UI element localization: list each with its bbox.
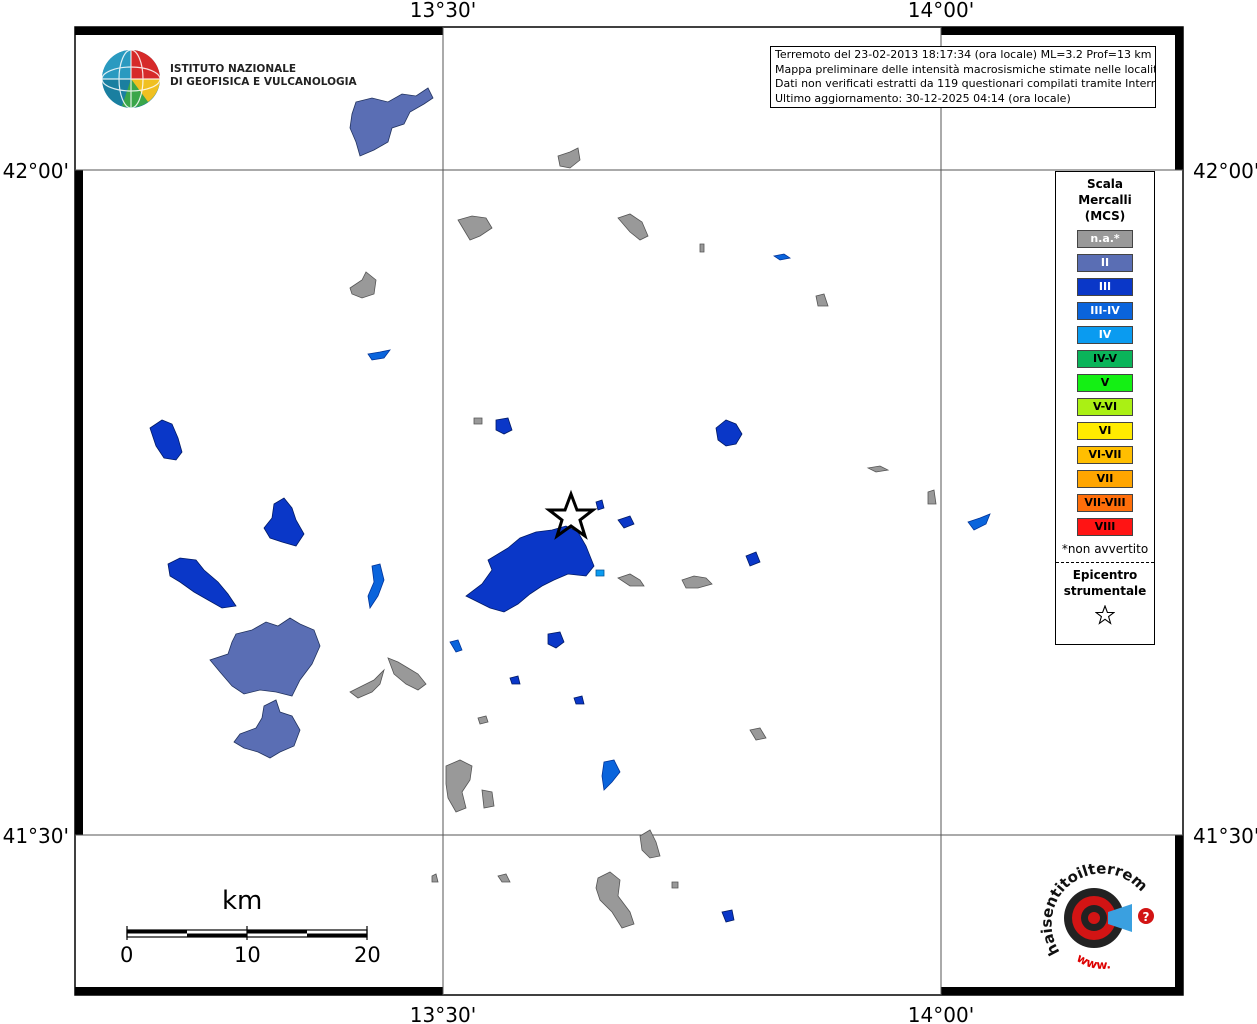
legend-title-line2: Mercalli (1078, 193, 1132, 207)
ingv-name-line1: ISTITUTO NAZIONALE (170, 63, 297, 75)
municipalities-intensity-iv (595, 569, 605, 577)
lat-label-left-4200: 42°00' (3, 159, 69, 183)
municipality-na (473, 417, 483, 425)
scale-bar-unit: km (222, 886, 263, 916)
legend-title-line1: Scala (1086, 177, 1124, 191)
legend-item-ii: II (1077, 254, 1133, 272)
ingv-logo: ISTITUTO NAZIONALE DI GEOFISICA E VULCAN… (100, 48, 357, 110)
lon-label-bottom-1330: 13°30' (410, 1003, 476, 1024)
legend-item-v-vi: V-VI (1077, 398, 1133, 416)
hai-sentito-logo-graphic: haisentitoilterremoto.it www. ? (1031, 842, 1154, 972)
legend-star-icon (1056, 604, 1154, 629)
legend-item-viii: VIII (1077, 518, 1133, 536)
ingv-name-line2: DI GEOFISICA E VULCANOLOGIA (170, 76, 357, 88)
mcs-legend: Scala Mercalli (MCS) n.a.* II III III-IV IV I… (1055, 171, 1155, 645)
municipality-na (671, 881, 679, 889)
legend-item-vii: VII (1077, 470, 1133, 488)
legend-item-iii-iv: III-IV (1077, 302, 1133, 320)
municipality-iv (595, 569, 605, 577)
lat-label-left-4130: 41°30' (3, 824, 69, 848)
legend-item-iv-v: IV-V (1077, 350, 1133, 368)
ingv-globe-icon (101, 49, 161, 109)
hai-sentito-logo-prefix: www. (1074, 951, 1111, 972)
map-frame (74, 26, 1184, 996)
legend-separator (1056, 562, 1154, 563)
legend-item-iv: IV (1077, 326, 1133, 344)
event-info-line2: Mappa preliminare delle intensità macros… (775, 62, 1156, 76)
legend-title: Scala Mercalli (MCS) (1056, 176, 1154, 224)
lon-label-top-1330: 13°30' (410, 0, 476, 22)
lon-label-bottom-1400: 14°00' (908, 1003, 974, 1024)
legend-item-iii: III (1077, 278, 1133, 296)
ingv-name: ISTITUTO NAZIONALE DI GEOFISICA E VULCAN… (170, 63, 357, 89)
municipality-na (699, 243, 705, 253)
event-info-line1: Terremoto del 23-02-2013 18:17:34 (ora l… (775, 48, 1152, 61)
legend-item-n-a: n.a.* (1077, 230, 1133, 248)
legend-item-vi-vii: VI-VII (1077, 446, 1133, 464)
legend-epicenter-label: Epicentro strumentale (1056, 567, 1154, 599)
legend-item-vi: VI (1077, 422, 1133, 440)
question-icon: ? (1138, 908, 1154, 924)
scale-bar-tick-20: 20 (354, 943, 381, 967)
municipality-na (481, 789, 495, 809)
legend-epicenter-line2: strumentale (1063, 584, 1147, 598)
event-info-line3: Dati non verificati estratti da 119 ques… (775, 77, 1156, 91)
lat-label-right-4200: 42°00' (1193, 159, 1257, 183)
legend-item-v: V (1077, 374, 1133, 392)
event-info-box: Terremoto del 23-02-2013 18:17:34 (ora l… (770, 46, 1156, 108)
scale-bar-tick-10: 10 (234, 943, 261, 967)
legend-note: *non avvertito (1061, 542, 1149, 556)
scale-bar-tick-0: 0 (120, 943, 134, 967)
legend-epicenter-line1: Epicentro (1072, 568, 1138, 582)
legend-items: n.a.* II III III-IV IV IV-V V V-VI VI VI-VII VII VI… (1056, 230, 1154, 536)
event-info-line4: Ultimo aggiornamento: 30-12-2025 04:14 (… (775, 91, 1071, 105)
svg-text:?: ? (1143, 910, 1150, 924)
legend-title-line3: (MCS) (1084, 209, 1126, 223)
lon-label-top-1400: 14°00' (908, 0, 974, 22)
legend-item-vii-viii: VII-VIII (1077, 494, 1133, 512)
target-icon (1064, 888, 1132, 948)
hai-sentito-logo: haisentitoilterremoto.it www. ? (1031, 842, 1166, 976)
lat-label-right-4130: 41°30' (1193, 824, 1257, 848)
